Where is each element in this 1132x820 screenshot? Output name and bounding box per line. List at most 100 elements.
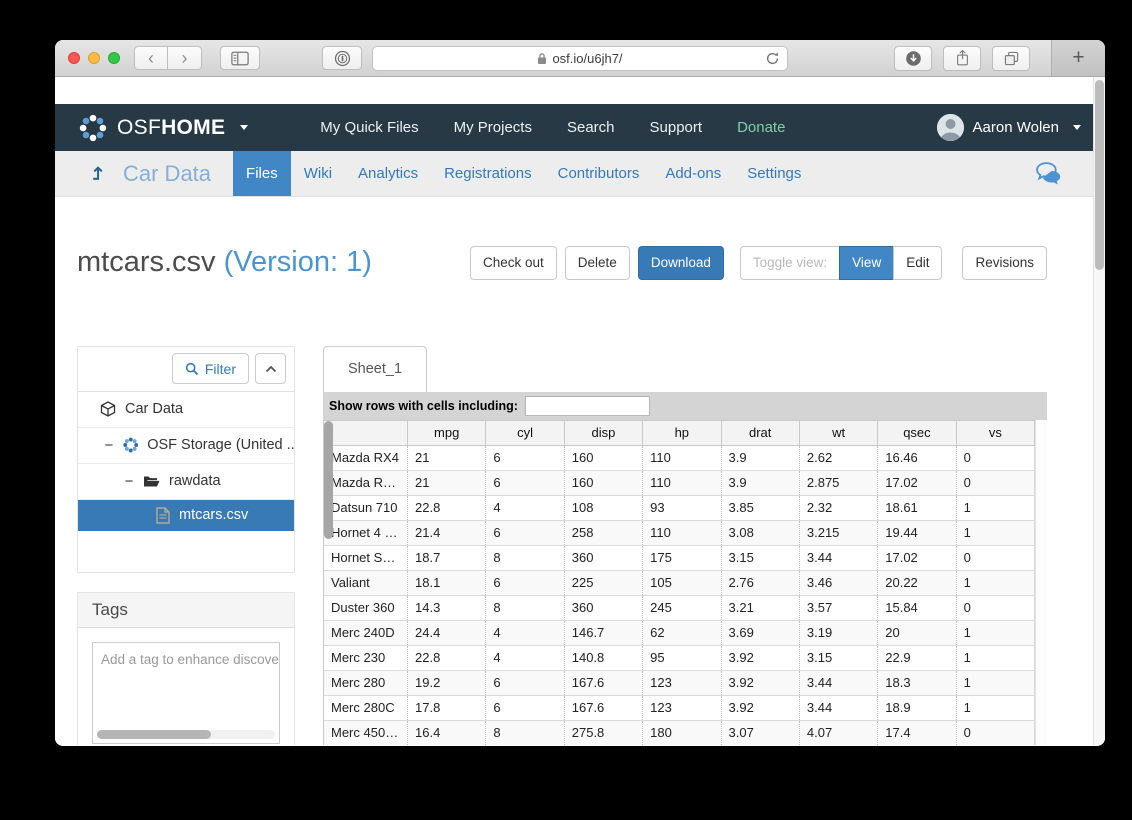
row-label-cell[interactable]: Valiant [324,570,408,595]
data-cell[interactable]: 110 [643,520,721,545]
data-cell[interactable]: 360 [564,545,642,570]
data-cell[interactable]: 2.76 [721,570,799,595]
data-cell[interactable]: 3.92 [721,695,799,720]
minimize-window-button[interactable] [88,52,100,64]
nav-my-quick-files[interactable]: My Quick Files [320,119,418,136]
data-cell[interactable]: 17.4 [878,720,956,745]
data-cell[interactable]: 16.4 [408,720,486,745]
data-cell[interactable]: 8 [486,545,564,570]
tab-settings[interactable]: Settings [734,151,814,196]
data-cell[interactable]: 3.69 [721,620,799,645]
data-cell[interactable]: 3.15 [721,545,799,570]
data-cell[interactable]: 18.7 [408,545,486,570]
data-cell[interactable]: 225 [564,570,642,595]
level-up-icon[interactable] [89,165,106,182]
data-cell[interactable]: 6 [486,570,564,595]
cells-filter-input[interactable] [525,396,650,416]
data-cell[interactable]: 1 [956,620,1034,645]
data-cell[interactable]: 3.44 [799,695,877,720]
data-cell[interactable]: 3.9 [721,445,799,470]
data-cell[interactable]: 167.6 [564,695,642,720]
data-cell[interactable]: 19.44 [878,520,956,545]
data-cell[interactable]: 17.8 [408,695,486,720]
horizontal-scrollbar[interactable] [97,730,275,739]
delete-button[interactable]: Delete [565,246,630,280]
tab-contributors[interactable]: Contributors [545,151,653,196]
data-cell[interactable]: 3.85 [721,495,799,520]
data-cell[interactable]: 3.57 [799,595,877,620]
data-cell[interactable]: 6 [486,695,564,720]
data-cell[interactable]: 4 [486,620,564,645]
data-cell[interactable]: 22.8 [408,645,486,670]
data-cell[interactable]: 19.2 [408,670,486,695]
data-cell[interactable]: 108 [564,495,642,520]
data-cell[interactable]: 0 [956,445,1034,470]
extension-button[interactable] [322,46,362,70]
nav-donate[interactable]: Donate [737,119,785,136]
data-cell[interactable]: 4 [486,495,564,520]
osf-home-brand[interactable]: OSFHOME [79,114,248,142]
row-label-cell[interactable]: Merc 240D [324,620,408,645]
data-cell[interactable]: 3.15 [799,645,877,670]
view-button[interactable]: View [839,246,894,280]
data-cell[interactable]: 93 [643,495,721,520]
tag-input[interactable]: Add a tag to enhance discoverability [92,642,280,744]
filter-button[interactable]: Filter [172,353,249,384]
project-title-link[interactable]: Car Data [123,161,211,187]
data-cell[interactable]: 1 [956,570,1034,595]
data-cell[interactable]: 105 [643,570,721,595]
data-cell[interactable]: 62 [643,620,721,645]
data-cell[interactable]: 95 [643,645,721,670]
data-cell[interactable]: 2.32 [799,495,877,520]
data-cell[interactable]: 18.3 [878,670,956,695]
data-cell[interactable]: 1 [956,695,1034,720]
row-label-cell[interactable]: Merc 280 [324,670,408,695]
collapse-toggle[interactable]: − [124,473,134,490]
data-cell[interactable]: 17.02 [878,470,956,495]
data-cell[interactable]: 8 [486,595,564,620]
data-cell[interactable]: 0 [956,470,1034,495]
share-button[interactable] [943,46,981,71]
comments-toggle[interactable] [1036,162,1063,185]
tree-item-project[interactable]: Car Data [78,392,294,428]
data-cell[interactable]: 3.46 [799,570,877,595]
data-cell[interactable]: 3.19 [799,620,877,645]
downloads-button[interactable] [894,46,932,71]
edit-button[interactable]: Edit [893,246,942,280]
data-cell[interactable]: 1 [956,520,1034,545]
forward-button[interactable]: › [168,46,202,70]
data-cell[interactable]: 21 [408,445,486,470]
data-cell[interactable]: 3.92 [721,670,799,695]
sheet-tab[interactable]: Sheet_1 [323,346,427,392]
tree-item-mtcars[interactable]: mtcars.csv [78,500,294,531]
back-button[interactable]: ‹ [134,46,168,70]
data-cell[interactable]: 22.8 [408,495,486,520]
data-cell[interactable]: 3.08 [721,520,799,545]
data-cell[interactable]: 3.21 [721,595,799,620]
collapse-panel-button[interactable] [255,353,286,384]
data-cell[interactable]: 21 [408,470,486,495]
row-label-cell[interactable]: Mazda RX4 [324,445,408,470]
data-cell[interactable]: 146.7 [564,620,642,645]
data-cell[interactable]: 3.215 [799,520,877,545]
data-cell[interactable]: 3.44 [799,545,877,570]
data-cell[interactable]: 6 [486,520,564,545]
data-cell[interactable]: 14.3 [408,595,486,620]
data-cell[interactable]: 1 [956,495,1034,520]
data-cell[interactable]: 258 [564,520,642,545]
data-cell[interactable]: 4 [486,645,564,670]
user-menu[interactable]: Aaron Wolen [937,114,1081,141]
new-tab-button[interactable]: + [1051,40,1105,76]
data-cell[interactable]: 140.8 [564,645,642,670]
download-button[interactable]: Download [638,246,724,280]
data-cell[interactable]: 18.9 [878,695,956,720]
tab-wiki[interactable]: Wiki [291,151,345,196]
revisions-button[interactable]: Revisions [962,246,1047,280]
tab-analytics[interactable]: Analytics [345,151,431,196]
data-cell[interactable]: 3.07 [721,720,799,745]
collapse-toggle[interactable]: − [104,437,114,454]
data-cell[interactable]: 360 [564,595,642,620]
data-cell[interactable]: 15.84 [878,595,956,620]
data-cell[interactable]: 21.4 [408,520,486,545]
data-cell[interactable]: 4.07 [799,720,877,745]
